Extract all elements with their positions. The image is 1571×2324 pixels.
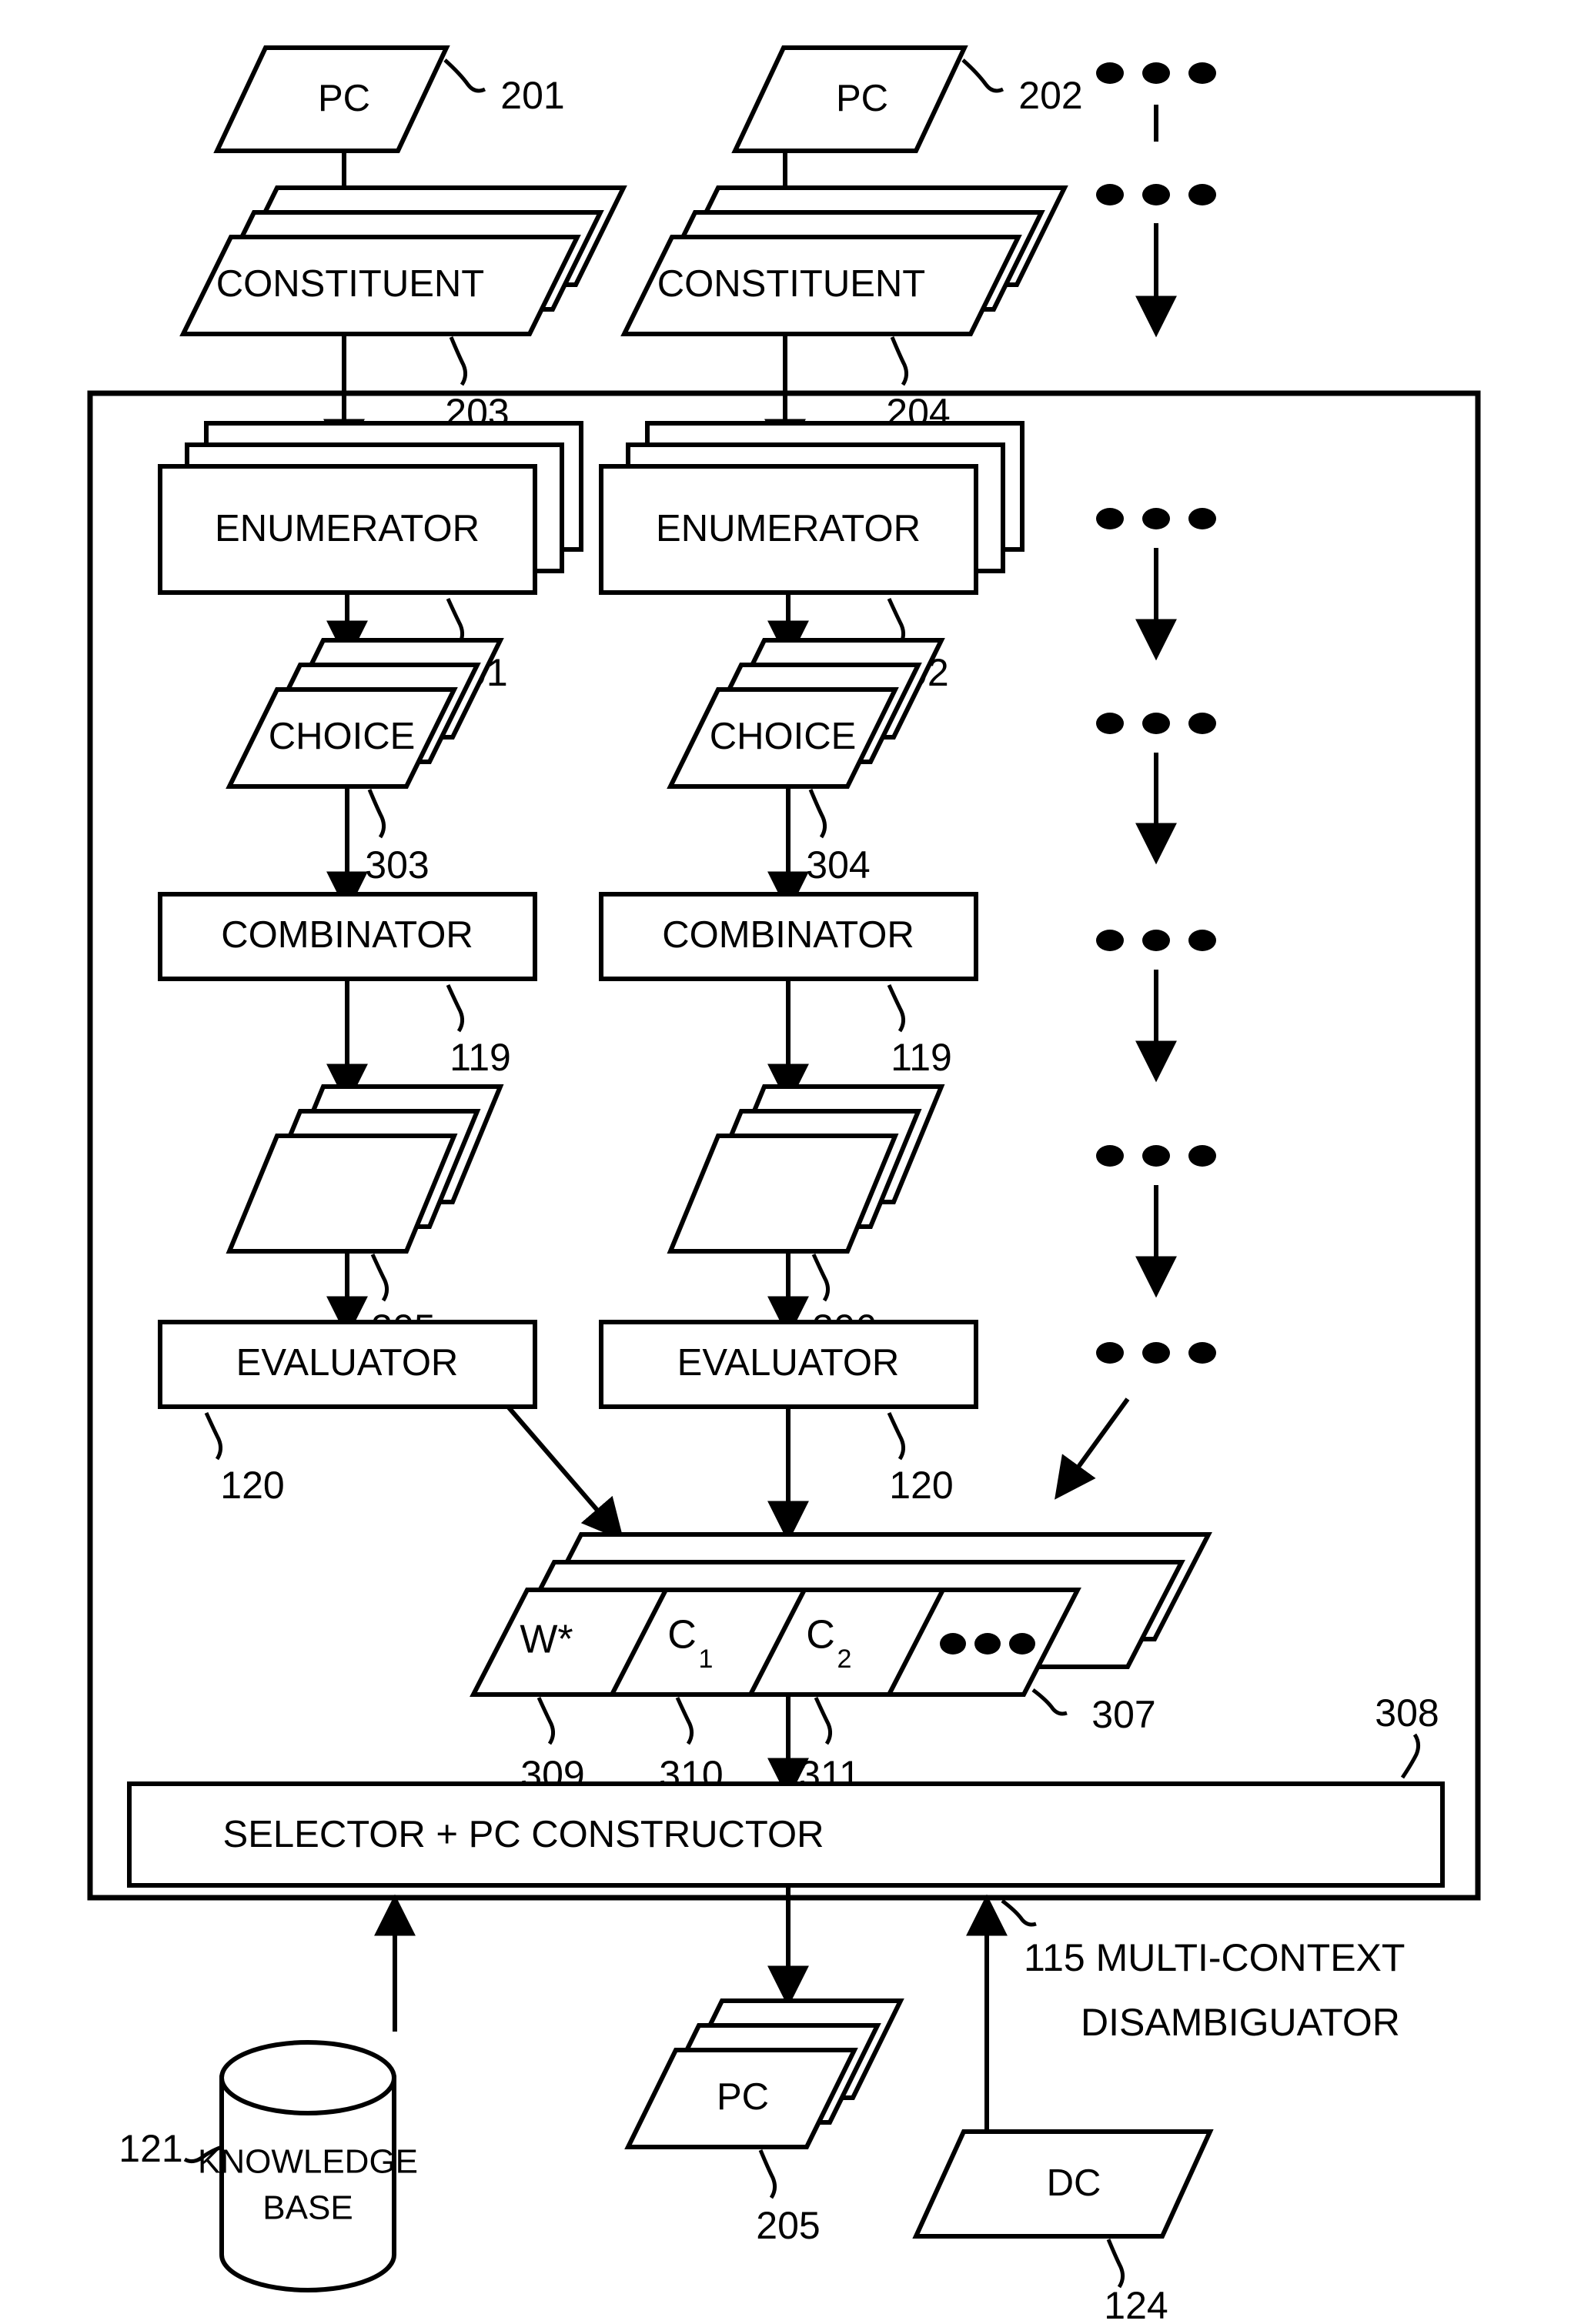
selector-ref: 308 xyxy=(1375,1691,1439,1735)
pc-output-label: PC xyxy=(717,2076,769,2118)
module-caption: 115 MULTI-CONTEXT DISAMBIGUATOR xyxy=(1001,1899,1405,2044)
constituent-2-label: CONSTITUENT xyxy=(657,263,925,305)
ellipsis-dots-1 xyxy=(1096,62,1216,84)
choice-1-label: CHOICE xyxy=(269,716,416,757)
record-cell-1-label: C xyxy=(667,1613,697,1658)
record-cell-2-label: C xyxy=(806,1613,835,1658)
evaluation-record-stack: W* C 1 C 2 307 309 310 311 xyxy=(470,1532,1212,1796)
choice-stack-2: CHOICE 304 xyxy=(667,638,945,887)
caption-line-1: 115 MULTI-CONTEXT xyxy=(1024,1936,1405,1979)
pc-input-1-label: PC xyxy=(318,78,370,119)
ellipsis-dots-7 xyxy=(1096,1342,1216,1364)
ellipsis-dots-2 xyxy=(1096,184,1216,205)
record-cell-1-sub: 1 xyxy=(699,1644,714,1674)
pc-output-stack: PC 205 xyxy=(624,1998,904,2247)
evaluator-1-ref: 120 xyxy=(220,1464,284,1507)
combinator-2-ref: 119 xyxy=(891,1036,952,1079)
combinator-1-label: COMBINATOR xyxy=(221,914,473,956)
ellipsis-column xyxy=(1055,62,1216,1500)
pc-output-ref: 205 xyxy=(756,2204,820,2247)
pc-input-2: PC 202 xyxy=(731,45,1083,153)
evaluator-1-label: EVALUATOR xyxy=(236,1342,459,1384)
ellipsis-dots-3 xyxy=(1096,508,1216,529)
constituent-stack-1: CONSTITUENT 203 xyxy=(179,185,627,434)
combinator-1-ref: 119 xyxy=(450,1036,511,1079)
ellipsis-dots-4 xyxy=(1096,713,1216,734)
record-cell-w: W* xyxy=(520,1618,573,1662)
combinator-2-label: COMBINATOR xyxy=(662,914,914,956)
conn-evaluator1-record xyxy=(506,1405,624,1541)
patent-figure: PC 201 CONSTITUENT 203 ENUMERATOR 301 xyxy=(0,0,1571,2324)
ellipsis-dots-6 xyxy=(1096,1145,1216,1167)
record-ref: 307 xyxy=(1091,1693,1155,1736)
constituent-stack-2: CONSTITUENT 204 xyxy=(620,185,1068,434)
caption-line-2: DISAMBIGUATOR xyxy=(1081,2001,1400,2044)
pc-input-1: PC 201 xyxy=(213,45,565,153)
evaluator-2-ref: 120 xyxy=(889,1464,953,1507)
evaluator-2-label: EVALUATOR xyxy=(677,1342,900,1384)
enumerator-1-label: ENUMERATOR xyxy=(215,508,480,549)
knowledge-base: KNOWLEDGE BASE 121 xyxy=(119,2040,418,2292)
knowledge-base-label-1: KNOWLEDGE xyxy=(198,2143,418,2181)
record-cell-ellipsis xyxy=(940,1633,1035,1655)
selector-label: SELECTOR + PC CONSTRUCTOR xyxy=(223,1814,824,1855)
choice-1-ref: 303 xyxy=(365,843,429,887)
dc-input: DC 124 xyxy=(912,2129,1214,2324)
combined-stack-2: 306 xyxy=(667,1084,945,1350)
knowledge-base-ref: 121 xyxy=(119,2127,182,2170)
pc-input-1-ref: 201 xyxy=(500,74,564,117)
pc-input-2-label: PC xyxy=(836,78,888,119)
choice-2-label: CHOICE xyxy=(710,716,857,757)
dc-label: DC xyxy=(1047,2162,1101,2204)
record-cell-0-label: W* xyxy=(520,1618,573,1662)
record-cell-2-sub: 2 xyxy=(837,1644,852,1674)
conn-ellipsis-record xyxy=(1055,1397,1130,1500)
knowledge-base-label-2: BASE xyxy=(262,2189,353,2227)
combined-stack-1: 305 xyxy=(226,1084,504,1350)
dc-ref: 124 xyxy=(1104,2284,1168,2324)
choice-2-ref: 304 xyxy=(806,843,870,887)
pc-input-2-ref: 202 xyxy=(1018,74,1082,117)
choice-stack-1: CHOICE 303 xyxy=(226,638,504,887)
ellipsis-dots-5 xyxy=(1096,930,1216,951)
evaluator-1: EVALUATOR 120 xyxy=(158,1320,537,1507)
enumerator-2-label: ENUMERATOR xyxy=(656,508,921,549)
constituent-1-label: CONSTITUENT xyxy=(216,263,484,305)
